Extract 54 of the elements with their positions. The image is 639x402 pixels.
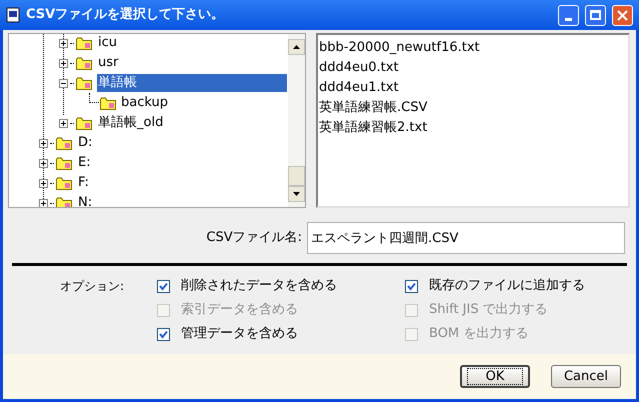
collapse-toggle[interactable]	[59, 78, 68, 88]
close-button[interactable]	[612, 4, 633, 26]
folder-icon	[56, 176, 72, 190]
expand-toggle[interactable]	[39, 198, 48, 207]
option-label[interactable]: 既存のファイルに追加する	[429, 276, 585, 296]
drive-label[interactable]: D:	[78, 133, 92, 153]
close-icon	[617, 10, 628, 20]
folder-label[interactable]: usr	[97, 54, 120, 72]
file-item[interactable]: 英単語練習帳2.txt	[318, 119, 428, 139]
cancel-button[interactable]: Cancel	[551, 365, 621, 388]
scroll-up-button[interactable]	[288, 39, 305, 55]
folder-icon	[76, 76, 92, 90]
checkbox[interactable]	[157, 280, 170, 292]
document-icon	[6, 7, 20, 23]
checkbox[interactable]	[157, 328, 170, 340]
folder-label[interactable]: icu	[97, 34, 118, 52]
expand-toggle[interactable]	[39, 158, 48, 168]
drive-label[interactable]: N:	[78, 193, 92, 207]
folder-label[interactable]: 単語帳	[97, 74, 287, 92]
scrollbar[interactable]	[288, 34, 305, 207]
drive-label[interactable]: F:	[78, 173, 89, 193]
folder-icon	[56, 196, 72, 207]
folder-icon	[56, 136, 72, 150]
expand-toggle[interactable]	[39, 138, 48, 148]
options-label: オプション:	[59, 278, 126, 295]
option-label[interactable]: 削除されたデータを含める	[181, 276, 337, 296]
minimize-button[interactable]	[558, 4, 579, 26]
up-arrow-icon	[293, 45, 300, 49]
file-item[interactable]: bbb-20000_newutf16.txt	[318, 39, 480, 59]
folder-icon	[76, 116, 92, 130]
file-item[interactable]: ddd4eu0.txt	[318, 59, 399, 79]
option-label[interactable]: 管理データを含める	[181, 324, 298, 344]
folder-icon	[56, 156, 72, 170]
down-arrow-icon	[293, 192, 300, 196]
expand-toggle[interactable]	[39, 178, 48, 188]
filename-field[interactable]: エスペラント四週間.CSV	[307, 222, 625, 254]
scroll-thumb[interactable]	[288, 166, 305, 186]
folder-icon	[76, 36, 92, 50]
ok-button[interactable]: OK	[460, 365, 530, 388]
folder-label[interactable]: backup	[121, 93, 168, 113]
checkbox[interactable]	[405, 280, 418, 292]
filename-label: CSVファイル名:	[205, 229, 303, 248]
scroll-down-button[interactable]	[288, 186, 305, 202]
window-title: CSVファイルを選択して下さい。	[26, 6, 226, 24]
maximize-button[interactable]	[585, 4, 606, 26]
folder-icon	[100, 96, 116, 110]
expand-toggle[interactable]	[59, 38, 68, 48]
drive-label[interactable]: E:	[78, 153, 91, 173]
folder-icon	[76, 56, 92, 70]
file-item[interactable]: 英単語練習帳.CSV	[318, 99, 428, 119]
folder-label[interactable]: 単語帳_old	[97, 114, 164, 132]
file-item[interactable]: ddd4eu1.txt	[318, 79, 399, 99]
expand-toggle[interactable]	[59, 58, 68, 68]
expand-toggle[interactable]	[59, 118, 68, 128]
